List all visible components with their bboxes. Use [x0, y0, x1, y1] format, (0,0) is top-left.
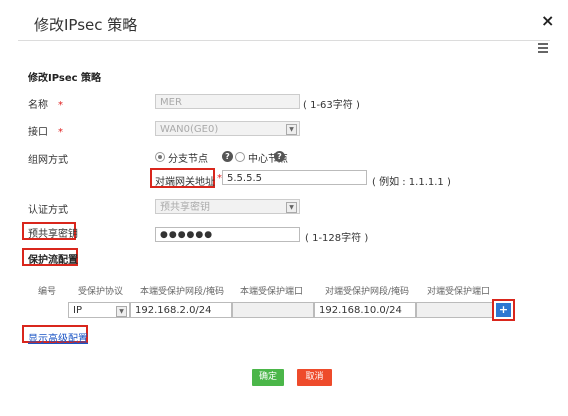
protocol-value: IP	[73, 305, 82, 316]
close-icon[interactable]: ×	[541, 11, 554, 30]
auth-method-select[interactable]: 预共享密钥 ▼	[155, 199, 300, 214]
remote-net-input[interactable]: 192.168.10.0/24	[314, 302, 416, 318]
psk-input[interactable]: ●●●●●●	[155, 227, 300, 242]
help-icon[interactable]: ?	[222, 151, 233, 162]
networking-label: 组网方式	[28, 155, 68, 166]
auth-method-value: 预共享密钥	[160, 202, 210, 213]
help-icon[interactable]: ?	[274, 151, 285, 162]
advanced-config-link[interactable]: 显示高级配置	[28, 330, 88, 345]
chevron-down-icon: ▼	[286, 202, 297, 213]
protocol-select[interactable]: IP ▼	[68, 302, 130, 318]
title-divider	[18, 40, 550, 41]
dialog-title: 修改IPsec 策略	[34, 16, 138, 34]
psk-hint: ( 1-128字符 )	[305, 233, 369, 244]
column-header: 编号	[38, 287, 57, 297]
name-hint: ( 1-63字符 )	[303, 100, 360, 111]
column-header: 对端受保护网段/掩码	[325, 287, 410, 297]
remote-port-input[interactable]	[416, 302, 494, 318]
interface-value: WAN0(GE0)	[160, 124, 219, 135]
chevron-down-icon: ▼	[286, 124, 297, 135]
peer-gateway-label: 对端网关地址	[155, 177, 215, 188]
column-header: 本端受保护端口	[240, 287, 304, 297]
ipsec-policy-dialog: 修改IPsec 策略 × 修改IPsec 策略 名称 * MER ( 1-63字符…	[0, 0, 568, 416]
interface-label: 接口 *	[28, 127, 63, 138]
peer-gateway-input[interactable]: 5.5.5.5	[222, 170, 367, 185]
protect-flow-title: 保护流配置	[28, 255, 78, 266]
add-row-button[interactable]: +	[496, 303, 511, 317]
menu-icon[interactable]	[538, 43, 548, 56]
name-input[interactable]: MER	[155, 94, 300, 109]
chevron-down-icon: ▼	[116, 306, 127, 317]
local-port-input[interactable]	[232, 302, 314, 318]
column-header: 对端受保护端口	[427, 287, 491, 297]
ok-button[interactable]: 确定	[252, 369, 284, 386]
radio-center[interactable]	[235, 152, 245, 162]
column-header: 本端受保护网段/掩码	[140, 287, 225, 297]
radio-branch[interactable]	[155, 152, 165, 162]
radio-branch-label: 分支节点	[168, 154, 208, 165]
cancel-button[interactable]: 取消	[297, 369, 332, 386]
local-net-input[interactable]: 192.168.2.0/24	[130, 302, 232, 318]
interface-select[interactable]: WAN0(GE0) ▼	[155, 121, 300, 136]
name-label: 名称 *	[28, 100, 63, 111]
column-header: 受保护协议	[78, 287, 124, 297]
section-title: 修改IPsec 策略	[28, 73, 102, 84]
auth-method-label: 认证方式	[28, 205, 68, 216]
psk-label: 预共享密钥	[28, 229, 78, 240]
peer-gateway-hint: ( 例如 : 1.1.1.1 )	[372, 177, 451, 188]
